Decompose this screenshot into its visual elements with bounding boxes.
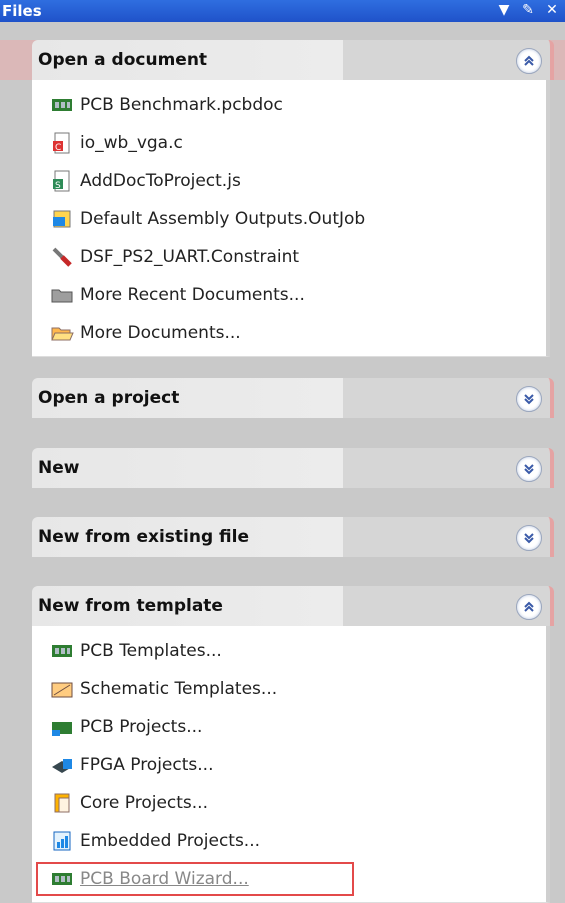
section-title: New from template [38,596,223,616]
list-item[interactable]: More Documents... [32,314,546,352]
item-label: PCB Benchmark.pcbdoc [80,95,283,115]
chevron-up-icon[interactable] [516,594,542,620]
item-label: Embedded Projects... [80,831,261,851]
open-folder-icon [50,321,74,345]
embedded-icon [50,829,74,853]
folder-icon [50,283,74,307]
list-item[interactable]: FPGA Projects... [32,746,546,784]
list-item[interactable]: S AddDocToProject.js [32,162,546,200]
item-label: io_wb_vga.c [80,133,183,153]
svg-text:S: S [55,181,61,191]
item-label: Core Projects... [80,793,208,813]
list-item[interactable]: PCB Projects... [32,708,546,746]
list-item[interactable]: DSF_PS2_UART.Constraint [32,238,546,276]
item-label: DSF_PS2_UART.Constraint [80,247,300,267]
list-item[interactable]: More Recent Documents... [32,276,546,314]
section-body-open-document: PCB Benchmark.pcbdoc C io_wb_vga.c S Add… [32,80,550,357]
section-title: Open a document [38,50,208,70]
list-item[interactable]: C io_wb_vga.c [32,124,546,162]
list-item[interactable]: Default Assembly Outputs.OutJob [32,200,546,238]
item-label: AddDocToProject.js [80,171,241,191]
section-new-from-template: New from template PCB Templates... Schem… [10,586,554,903]
outjob-icon [50,207,74,231]
list-item[interactable]: Schematic Templates... [32,670,546,708]
item-label: Schematic Templates... [80,679,278,699]
section-title: New [38,458,80,478]
section-title: New from existing file [38,527,250,547]
section-header-new[interactable]: New [32,448,554,488]
list-item-pcb-board-wizard[interactable]: PCB Board Wizard... [32,860,546,898]
item-label: FPGA Projects... [80,755,214,775]
chevron-down-icon[interactable] [516,386,542,412]
section-header-open-document[interactable]: Open a document [32,40,554,80]
pcb-project-icon [50,715,74,739]
panel-title: Files [2,2,42,20]
chevron-up-icon[interactable] [516,48,542,74]
chevron-down-icon[interactable] [516,525,542,551]
close-icon[interactable]: ✕ [543,1,561,19]
fpga-icon [50,753,74,777]
list-item[interactable]: Core Projects... [32,784,546,822]
section-body-new-from-template: PCB Templates... Schematic Templates... … [32,626,550,903]
list-item[interactable]: PCB Templates... [32,632,546,670]
section-header-new-from-existing[interactable]: New from existing file [32,517,554,557]
section-open-project: Open a project [10,378,554,418]
section-header-new-from-template[interactable]: New from template [32,586,554,626]
list-item[interactable]: PCB Benchmark.pcbdoc [32,86,546,124]
section-header-open-project[interactable]: Open a project [32,378,554,418]
item-label: PCB Projects... [80,717,203,737]
item-label: More Recent Documents... [80,285,305,305]
script-file-icon: S [50,169,74,193]
chevron-down-icon[interactable] [516,456,542,482]
svg-text:C: C [55,143,61,153]
panel-titlebar: Files ▼ ✎ ✕ [0,0,565,22]
dropdown-arrow-icon[interactable]: ▼ [495,1,513,19]
section-new-from-existing: New from existing file [10,517,554,557]
list-item[interactable]: Embedded Projects... [32,822,546,860]
item-label: Default Assembly Outputs.OutJob [80,209,366,229]
section-new: New [10,448,554,488]
schematic-icon [50,677,74,701]
section-title: Open a project [38,388,180,408]
pcb-icon [50,93,74,117]
item-label: More Documents... [80,323,241,343]
item-label: PCB Templates... [80,641,222,661]
section-open-document: Open a document PCB Benchmark.pcbdoc C i… [10,40,554,357]
highlight-box [36,862,354,896]
pin-icon[interactable]: ✎ [519,1,537,19]
pcb-icon [50,639,74,663]
core-project-icon [50,791,74,815]
constraint-icon [50,245,74,269]
c-file-icon: C [50,131,74,155]
